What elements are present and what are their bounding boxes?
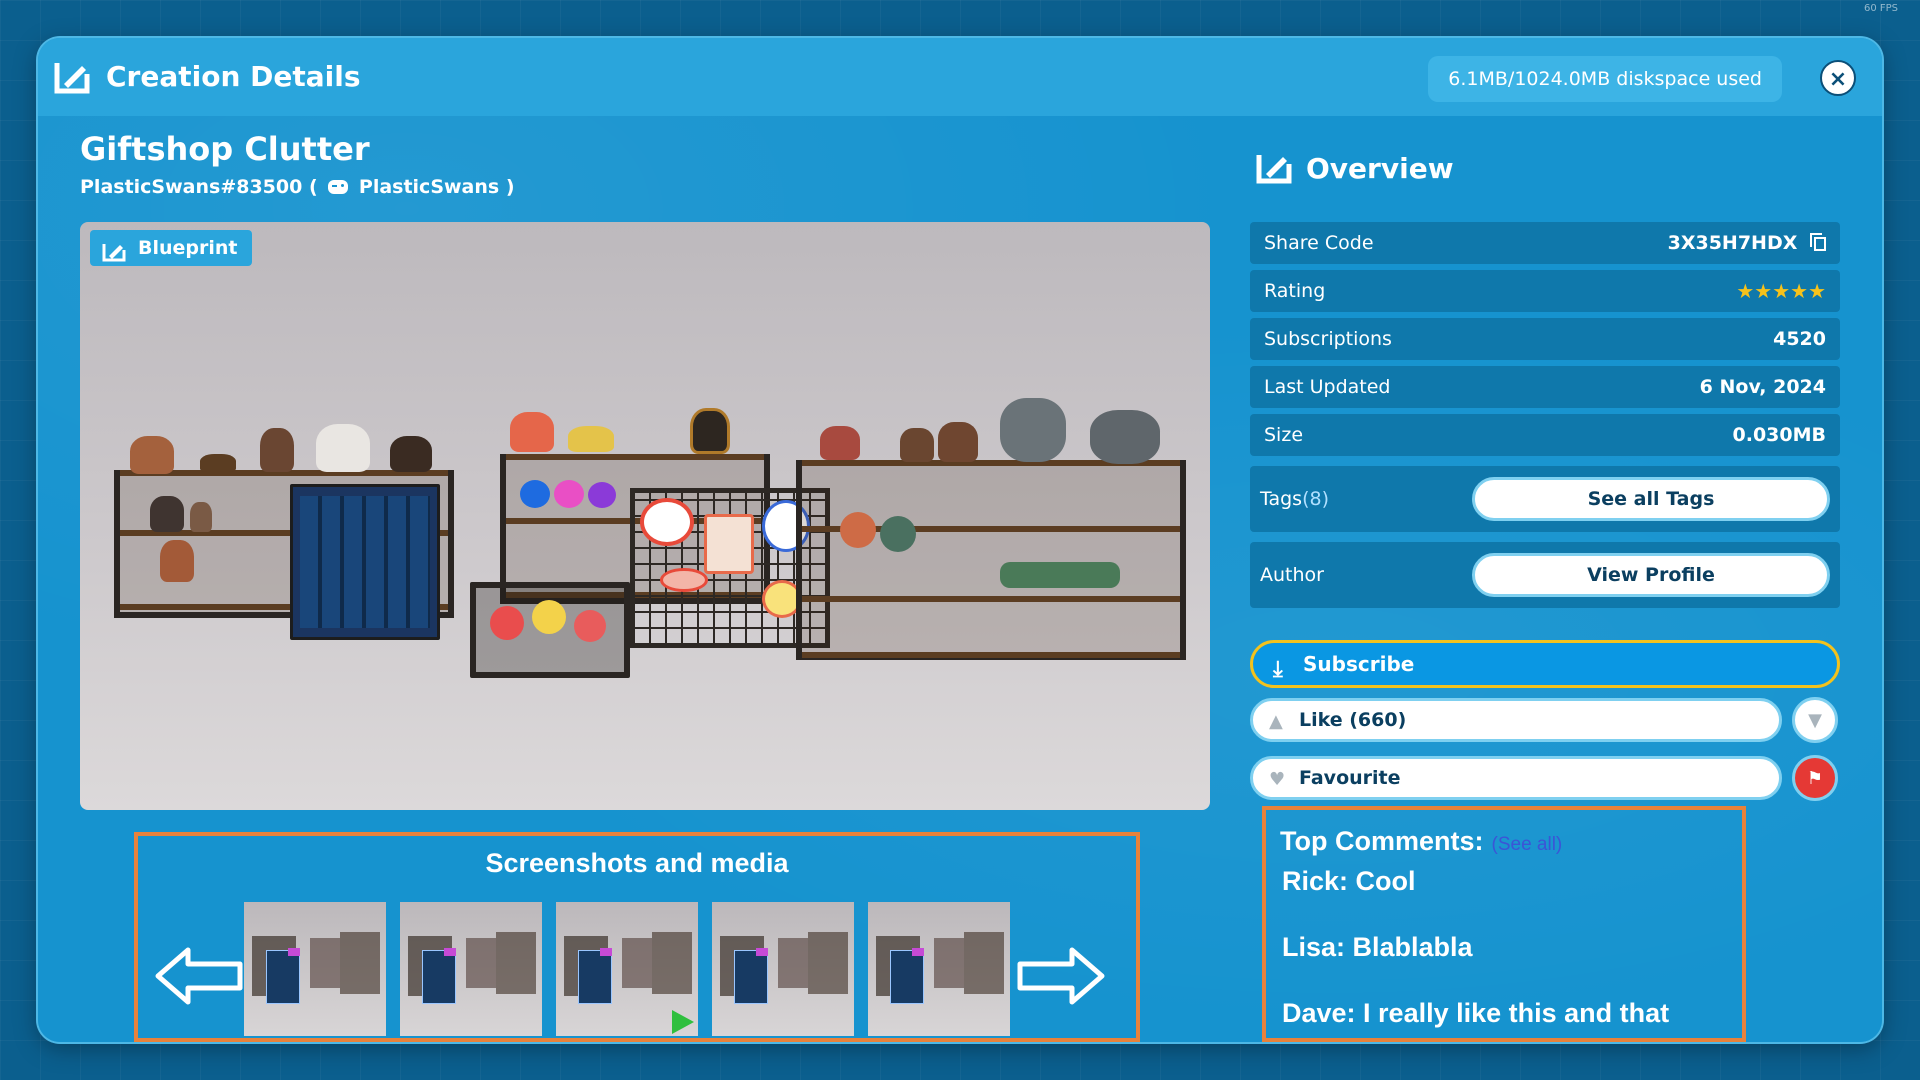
media-thumbnail-video[interactable] [556, 902, 698, 1036]
favourite-label: Favourite [1299, 767, 1401, 789]
tags-count: (8) [1302, 488, 1329, 510]
media-thumbnail[interactable] [712, 902, 854, 1036]
author-row: Author View Profile [1250, 542, 1840, 608]
subscriptions-row: Subscriptions 4520 [1250, 318, 1840, 360]
rating-row: Rating ★★★★★ [1250, 270, 1840, 312]
comment-item: Rick: Cool [1282, 866, 1416, 896]
heart-icon: ♥ [1269, 769, 1286, 790]
blueprint-label: Blueprint [138, 237, 238, 259]
thumbs-down-icon: ▼ [1808, 710, 1822, 731]
size-label: Size [1264, 424, 1304, 446]
dislike-button[interactable]: ▼ [1792, 697, 1838, 743]
close-button[interactable]: × [1820, 60, 1856, 96]
title-bar: Creation Details 6.1MB/1024.0MB diskspac… [38, 38, 1882, 116]
media-thumbnail[interactable] [868, 902, 1010, 1036]
subscribe-button[interactable]: Subscribe [1250, 640, 1840, 691]
thumbs-up-icon: ▲ [1269, 711, 1283, 732]
view-profile-button[interactable]: View Profile [1472, 553, 1830, 597]
subscribe-label: Subscribe [1303, 652, 1415, 676]
creator-id[interactable]: PlasticSwans#83500 ( [80, 176, 318, 198]
tags-label: Tags [1260, 488, 1303, 510]
overview-icon [1256, 152, 1292, 184]
tags-row: Tags(8) See all Tags [1250, 466, 1840, 532]
rating-label: Rating [1264, 280, 1326, 302]
arrow-right-icon[interactable] [1016, 946, 1106, 1006]
disk-usage-badge: 6.1MB/1024.0MB diskspace used [1428, 56, 1782, 102]
blueprint-logo-icon [54, 60, 90, 94]
preview-image[interactable]: Blueprint [80, 222, 1210, 810]
media-thumbnail[interactable] [400, 902, 542, 1036]
creator-name[interactable]: PlasticSwans ) [359, 176, 515, 198]
favourite-button[interactable]: ♥ Favourite [1250, 756, 1782, 800]
report-button[interactable]: ⚑ [1792, 755, 1838, 801]
see-all-tags-button[interactable]: See all Tags [1472, 477, 1830, 521]
like-button[interactable]: ▲ Like (660) [1250, 698, 1782, 742]
subscriptions-value: 4520 [1773, 328, 1826, 350]
media-thumbnail[interactable] [244, 902, 386, 1036]
last-updated-label: Last Updated [1264, 376, 1391, 398]
share-code-label: Share Code [1264, 232, 1374, 254]
creation-title: Giftshop Clutter [80, 130, 370, 168]
screenshots-and-media-panel: Screenshots and media [134, 832, 1140, 1042]
blueprint-badge: Blueprint [90, 230, 252, 266]
play-icon [672, 1010, 694, 1034]
arrow-left-icon[interactable] [154, 946, 244, 1006]
download-icon [1273, 649, 1291, 691]
author-label: Author [1260, 564, 1324, 586]
top-comments-title: Top Comments: [1280, 826, 1484, 856]
comment-item: Lisa: Blablabla [1282, 932, 1473, 962]
size-value: 0.030MB [1732, 424, 1827, 446]
creation-details-window: Creation Details 6.1MB/1024.0MB diskspac… [38, 38, 1882, 1042]
rating-stars-icon: ★★★★★ [1736, 279, 1826, 303]
copy-icon[interactable] [1810, 233, 1826, 251]
size-row: Size 0.030MB [1250, 414, 1840, 456]
top-comments-panel: Top Comments: (See all) Rick: Cool Lisa: … [1262, 806, 1746, 1042]
comment-item: Dave: I really like this and that [1282, 998, 1670, 1028]
overview-title: Overview [1306, 152, 1454, 185]
window-title: Creation Details [106, 60, 361, 93]
media-title: Screenshots and media [485, 848, 789, 878]
last-updated-value: 6 Nov, 2024 [1699, 376, 1826, 398]
share-code-row: Share Code 3X35H7HDX [1250, 222, 1840, 264]
gamepad-icon [328, 180, 349, 194]
share-code-value: 3X35H7HDX [1667, 232, 1798, 254]
creator-line: PlasticSwans#83500 ( PlasticSwans ) [80, 176, 515, 198]
subscriptions-label: Subscriptions [1264, 328, 1392, 350]
fps-counter: 60 FPS [1863, 3, 1898, 14]
see-all-comments-link[interactable]: (See all) [1492, 834, 1563, 855]
blueprint-icon [102, 238, 126, 262]
flag-icon: ⚑ [1806, 768, 1824, 789]
like-label: Like (660) [1299, 709, 1407, 731]
last-updated-row: Last Updated 6 Nov, 2024 [1250, 366, 1840, 408]
